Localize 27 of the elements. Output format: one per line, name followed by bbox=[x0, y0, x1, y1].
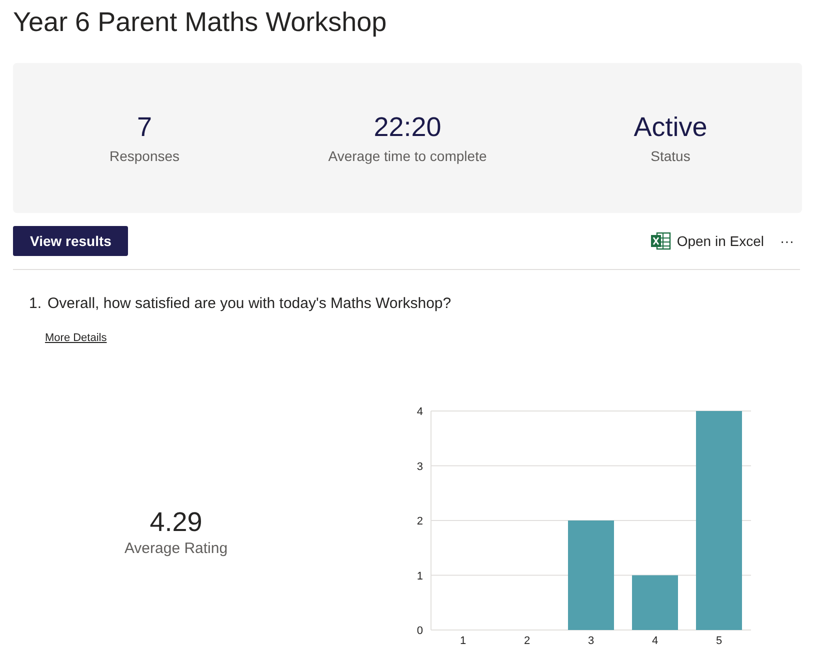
more-details-link[interactable]: More Details bbox=[45, 330, 107, 346]
page-title: Year 6 Parent Maths Workshop bbox=[13, 6, 388, 39]
x-tick-label: 4 bbox=[652, 635, 658, 647]
average-value: 4.29 bbox=[150, 506, 202, 538]
view-results-button[interactable]: View results bbox=[13, 226, 128, 256]
average-label: Average Rating bbox=[124, 538, 228, 559]
spreadsheet-icon bbox=[650, 232, 671, 250]
bar bbox=[632, 575, 678, 630]
x-tick-label: 5 bbox=[716, 635, 722, 647]
stat-label: Status bbox=[650, 146, 690, 166]
x-tick-label: 2 bbox=[524, 635, 530, 647]
stat-value: Active bbox=[634, 110, 708, 144]
stat-value: 7 bbox=[136, 110, 152, 144]
stat-label: Responses bbox=[109, 146, 180, 166]
y-tick-label: 0 bbox=[416, 625, 423, 637]
y-tick-label: 3 bbox=[416, 460, 423, 473]
question-text: Overall, how satisfied are you with today's Maths Workshop? bbox=[48, 294, 452, 314]
open-in-excel-button[interactable]: Open in Excel bbox=[650, 226, 764, 256]
y-tick-label: 2 bbox=[416, 516, 423, 528]
more-options-button[interactable]: ··· bbox=[780, 230, 794, 252]
y-tick-label: 1 bbox=[416, 570, 423, 582]
stat-value: 22:20 bbox=[374, 110, 442, 144]
stat-label: Average time to complete bbox=[328, 146, 487, 166]
question-number: 1. bbox=[29, 294, 42, 314]
x-tick-label: 3 bbox=[588, 635, 594, 647]
x-tick-label: 1 bbox=[460, 635, 466, 647]
y-tick-label: 4 bbox=[416, 406, 423, 418]
